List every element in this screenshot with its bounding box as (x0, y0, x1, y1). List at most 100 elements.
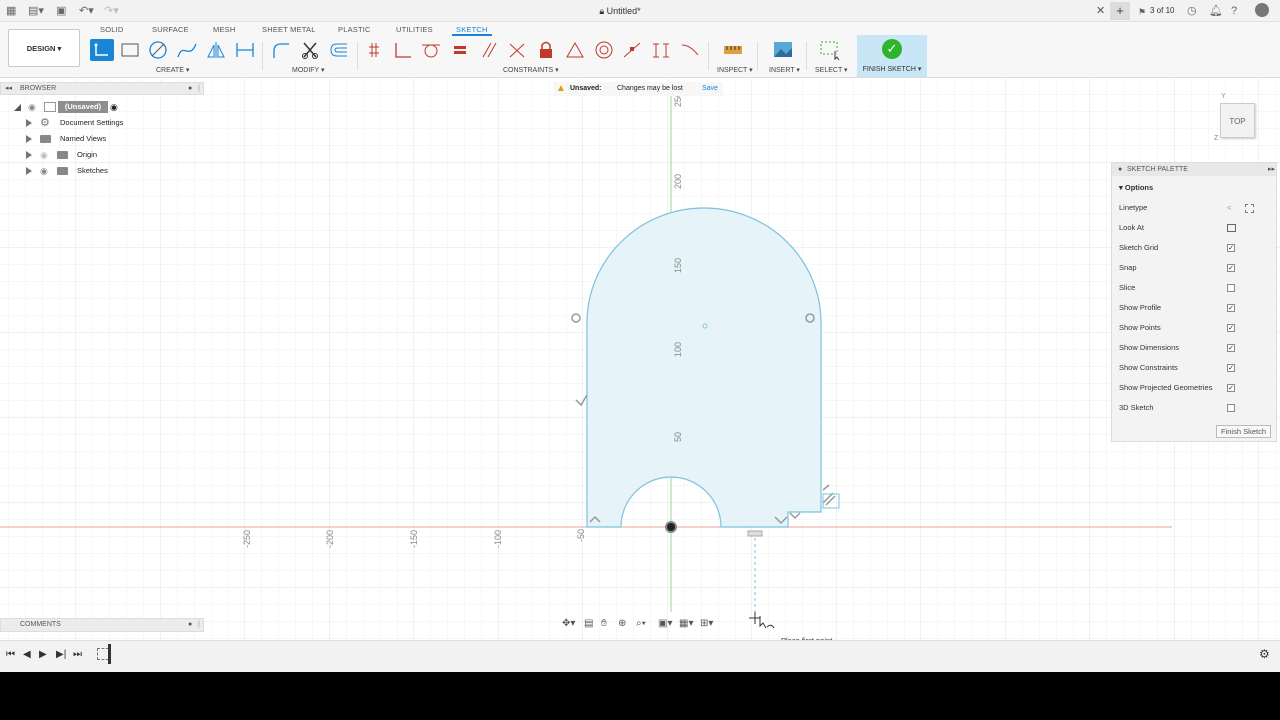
timeline-marker[interactable] (108, 644, 111, 664)
panel-handle-icon[interactable]: | (198, 83, 200, 94)
previous-step-icon[interactable]: ◀ (23, 649, 31, 660)
eye-icon[interactable]: ◉ (28, 102, 36, 112)
dimension-tool-icon[interactable] (233, 39, 257, 61)
eye-icon[interactable]: ◉ (40, 166, 48, 176)
horizontal-vertical-constraint-icon[interactable] (649, 39, 673, 61)
pan-icon[interactable]: ✋︎ (601, 618, 607, 629)
expand-triangle-icon[interactable] (26, 135, 32, 143)
jobs-icon[interactable]: ⚑ (1138, 5, 1146, 19)
palette-header[interactable]: ● SKETCH PALETTE ▸▸ (1112, 163, 1276, 176)
finish-sketch-button[interactable]: ✓ FINISH SKETCH ▾ (857, 35, 927, 77)
checkbox-unchecked[interactable] (1227, 284, 1235, 292)
close-icon[interactable]: ✕ (1096, 4, 1105, 17)
insert-image-icon[interactable] (771, 39, 795, 61)
job-count[interactable]: 3 of 10 (1150, 6, 1174, 15)
grid-settings-icon[interactable]: ▦▾ (679, 618, 693, 629)
expand-triangle-icon[interactable] (26, 167, 32, 175)
palette-option-row[interactable]: Snap ✓ (1119, 261, 1269, 275)
concentric-constraint-icon[interactable] (592, 39, 616, 61)
mirror-tool-icon[interactable] (204, 39, 228, 61)
palette-finish-sketch-button[interactable]: Finish Sketch (1216, 425, 1271, 438)
palette-option-row[interactable]: Slice (1119, 281, 1269, 295)
construction-linetype-icon[interactable]: < (1227, 201, 1231, 215)
line-tool-icon[interactable] (90, 39, 114, 61)
checkbox-unchecked[interactable] (1227, 404, 1235, 412)
look-at-icon[interactable]: ▤ (584, 618, 593, 629)
fit-icon[interactable]: ⌕▾ (636, 618, 646, 629)
sketch-profile[interactable] (586, 207, 822, 528)
workspace-dropdown[interactable]: DESIGN ▾ (8, 29, 80, 67)
collinear-constraint-icon[interactable] (505, 39, 529, 61)
spline-tool-icon[interactable] (175, 39, 199, 61)
pin-icon[interactable]: ● (1118, 163, 1122, 176)
tab-sketch[interactable]: SKETCH (452, 24, 492, 36)
display-settings-icon[interactable]: ▣▾ (658, 618, 672, 629)
activate-radio-icon[interactable]: ◉ (110, 99, 118, 115)
save-link[interactable]: Save (702, 82, 718, 96)
create-group-label[interactable]: CREATE ▾ (156, 66, 189, 74)
browser-item-origin[interactable]: ◉ Origin (0, 147, 204, 163)
symmetry-constraint-icon[interactable] (563, 39, 587, 61)
modify-group-label[interactable]: MODIFY ▾ (292, 66, 325, 74)
bell-icon[interactable]: 🔔︎ (1209, 4, 1223, 18)
pin-icon[interactable]: ● (188, 619, 192, 631)
expand-panel-icon[interactable]: ▸▸ (1268, 163, 1275, 176)
expand-triangle-icon[interactable] (26, 119, 32, 127)
options-section[interactable]: ▾ Options (1119, 181, 1269, 195)
midpoint-constraint-icon[interactable] (620, 39, 644, 61)
tab-plastic[interactable]: PLASTIC (338, 24, 371, 36)
checkbox-checked[interactable]: ✓ (1227, 344, 1235, 352)
expand-triangle-icon[interactable] (26, 151, 32, 159)
constraints-group-label[interactable]: CONSTRAINTS ▾ (503, 66, 559, 74)
checkbox-checked[interactable]: ✓ (1227, 364, 1235, 372)
inspect-group-label[interactable]: INSPECT ▾ (717, 66, 753, 74)
curvature-constraint-icon[interactable] (678, 39, 702, 61)
viewcube[interactable]: TOP (1220, 103, 1255, 138)
palette-option-row[interactable]: Show Profile ✓ (1119, 301, 1269, 315)
perpendicular-constraint-icon[interactable] (391, 39, 415, 61)
origin-point[interactable] (665, 521, 677, 533)
new-tab-icon[interactable]: + (1110, 2, 1130, 20)
zoom-icon[interactable]: ⊕ (618, 618, 626, 629)
browser-root[interactable]: ◉ (Unsaved) ◉ (0, 99, 204, 115)
viewcube-face[interactable]: TOP (1229, 117, 1245, 126)
orbit-icon[interactable]: ✥▾ (562, 618, 575, 629)
play-icon[interactable]: ▶ (39, 649, 47, 660)
checkbox-checked[interactable]: ✓ (1227, 324, 1235, 332)
collapse-icon[interactable]: ◂◂ (5, 83, 12, 94)
fix-constraint-icon[interactable] (534, 39, 558, 61)
insert-group-label[interactable]: INSERT ▾ (769, 66, 800, 74)
tab-solid[interactable]: SOLID (100, 24, 124, 36)
panel-handle-icon[interactable]: | (198, 619, 200, 631)
tab-surface[interactable]: SURFACE (152, 24, 189, 36)
centerline-linetype-icon[interactable] (1245, 204, 1254, 213)
checkbox-checked[interactable]: ✓ (1227, 244, 1235, 252)
checkbox-checked[interactable]: ✓ (1227, 264, 1235, 272)
clock-icon[interactable]: ◷ (1187, 4, 1197, 18)
palette-option-row[interactable]: Show Dimensions ✓ (1119, 341, 1269, 355)
avatar-icon[interactable] (1255, 3, 1269, 17)
browser-item-document-settings[interactable]: ⚙ Document Settings (0, 115, 204, 131)
offset-tool-icon[interactable] (327, 39, 351, 61)
viewports-icon[interactable]: ⊞▾ (700, 618, 713, 629)
circle-tool-icon[interactable] (146, 39, 170, 61)
browser-item-sketches[interactable]: ◉ Sketches (0, 163, 204, 179)
look-at-icon[interactable] (1227, 224, 1236, 232)
coincident-constraint-icon[interactable] (362, 39, 386, 61)
browser-item-named-views[interactable]: Named Views (0, 131, 204, 147)
help-icon[interactable]: ? (1231, 4, 1237, 18)
tangent-constraint-icon[interactable] (419, 39, 443, 61)
tab-mesh[interactable]: MESH (213, 24, 235, 36)
first-step-icon[interactable]: ⏮ (6, 649, 15, 660)
checkbox-checked[interactable]: ✓ (1227, 304, 1235, 312)
palette-option-row[interactable]: Sketch Grid ✓ (1119, 241, 1269, 255)
last-step-icon[interactable]: ⏭ (73, 649, 82, 660)
gear-icon[interactable]: ⚙ (1259, 647, 1270, 661)
palette-option-row[interactable]: Show Constraints ✓ (1119, 361, 1269, 375)
equal-constraint-icon[interactable] (448, 39, 472, 61)
next-step-icon[interactable]: ▶| (56, 649, 66, 660)
comments-panel[interactable]: COMMENTS ● | (0, 618, 204, 632)
expanded-triangle-icon[interactable] (14, 104, 21, 111)
horizontal-constraint-glyph[interactable] (747, 530, 763, 537)
select-tool-icon[interactable] (818, 39, 842, 61)
